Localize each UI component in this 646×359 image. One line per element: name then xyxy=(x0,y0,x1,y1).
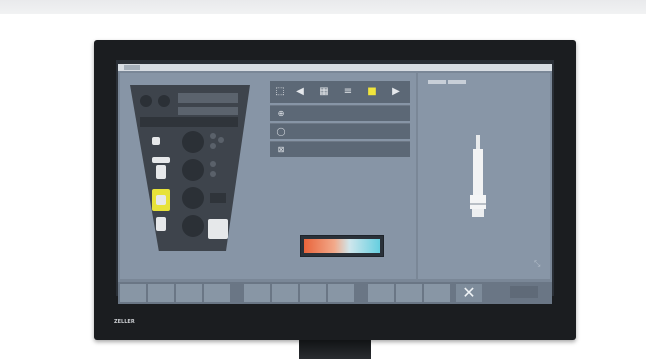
preview-tab[interactable] xyxy=(448,80,466,84)
dial[interactable] xyxy=(182,131,204,153)
softkey[interactable] xyxy=(148,284,174,302)
arrow-left-icon[interactable]: ◀ xyxy=(294,86,306,98)
menu-item[interactable]: ⊠ xyxy=(270,141,410,157)
tool-block[interactable] xyxy=(208,219,228,239)
tool-ring xyxy=(470,203,486,205)
display-slot xyxy=(140,117,238,127)
tab-left[interactable] xyxy=(124,65,140,70)
list-icon[interactable]: ≡ xyxy=(342,86,354,98)
softkey[interactable] xyxy=(244,284,270,302)
button[interactable] xyxy=(218,137,224,143)
monitor-stand xyxy=(299,340,371,359)
softkey[interactable] xyxy=(396,284,422,302)
display-slot xyxy=(178,93,238,103)
machine-panel xyxy=(130,85,250,251)
fitting[interactable] xyxy=(156,217,166,231)
tool-collar xyxy=(470,195,486,209)
softkey[interactable] xyxy=(300,284,326,302)
button[interactable] xyxy=(210,133,216,139)
brand-logo: ZELLER xyxy=(114,319,135,325)
color-gradient-bar[interactable] xyxy=(300,235,384,257)
circle-icon: ◯ xyxy=(276,127,286,136)
gradient-fill xyxy=(304,239,380,253)
menu-item[interactable]: ◯ xyxy=(270,123,410,139)
knob[interactable] xyxy=(158,95,170,107)
layers-icon[interactable]: ▦ xyxy=(318,86,330,98)
fitting[interactable] xyxy=(156,165,166,179)
preview-tab[interactable] xyxy=(428,80,446,84)
preview-pane: ⤡ xyxy=(418,73,550,279)
softkey[interactable] xyxy=(176,284,202,302)
bottom-toolbar: ✕ xyxy=(118,282,552,304)
softkey[interactable] xyxy=(120,284,146,302)
softkey[interactable] xyxy=(368,284,394,302)
dial[interactable] xyxy=(182,215,204,237)
preview-tabs xyxy=(428,69,468,88)
arrow-right-icon[interactable]: ▶ xyxy=(390,86,402,98)
top-bar xyxy=(118,64,552,71)
expand-icon[interactable]: ⤡ xyxy=(534,259,544,269)
fitting[interactable] xyxy=(152,137,160,145)
display-slot xyxy=(210,193,226,203)
add-icon: ⊕ xyxy=(277,109,285,118)
softkey[interactable] xyxy=(328,284,354,302)
button[interactable] xyxy=(210,161,216,167)
tool-tip xyxy=(476,135,480,149)
tool-select-icon[interactable]: ⬚ xyxy=(274,86,286,98)
softkey[interactable] xyxy=(272,284,298,302)
fitting[interactable] xyxy=(156,195,166,205)
screen: ⬚ ◀ ▦ ≡ ■ ▶ ⊕ ◯ ⊠ ⤡ xyxy=(118,64,552,294)
highlight-icon[interactable]: ■ xyxy=(366,86,378,98)
machine-pane: ⬚ ◀ ▦ ≡ ■ ▶ ⊕ ◯ ⊠ xyxy=(120,73,416,279)
tool-shaft xyxy=(473,149,483,195)
display-slot xyxy=(178,107,238,115)
tool-base xyxy=(472,209,484,217)
confirm-button[interactable] xyxy=(510,286,538,298)
grid-icon: ⊠ xyxy=(277,145,285,154)
dial[interactable] xyxy=(182,159,204,181)
button[interactable] xyxy=(210,143,216,149)
softkey[interactable] xyxy=(204,284,230,302)
toolbar: ⬚ ◀ ▦ ≡ ■ ▶ xyxy=(270,81,410,103)
softkey[interactable] xyxy=(424,284,450,302)
dial[interactable] xyxy=(182,187,204,209)
button[interactable] xyxy=(210,171,216,177)
fitting[interactable] xyxy=(152,157,170,163)
menu-item[interactable]: ⊕ xyxy=(270,105,410,121)
knob[interactable] xyxy=(140,95,152,107)
close-icon[interactable]: ✕ xyxy=(456,284,482,302)
tool-preview xyxy=(470,135,486,217)
status-strip xyxy=(118,304,552,312)
